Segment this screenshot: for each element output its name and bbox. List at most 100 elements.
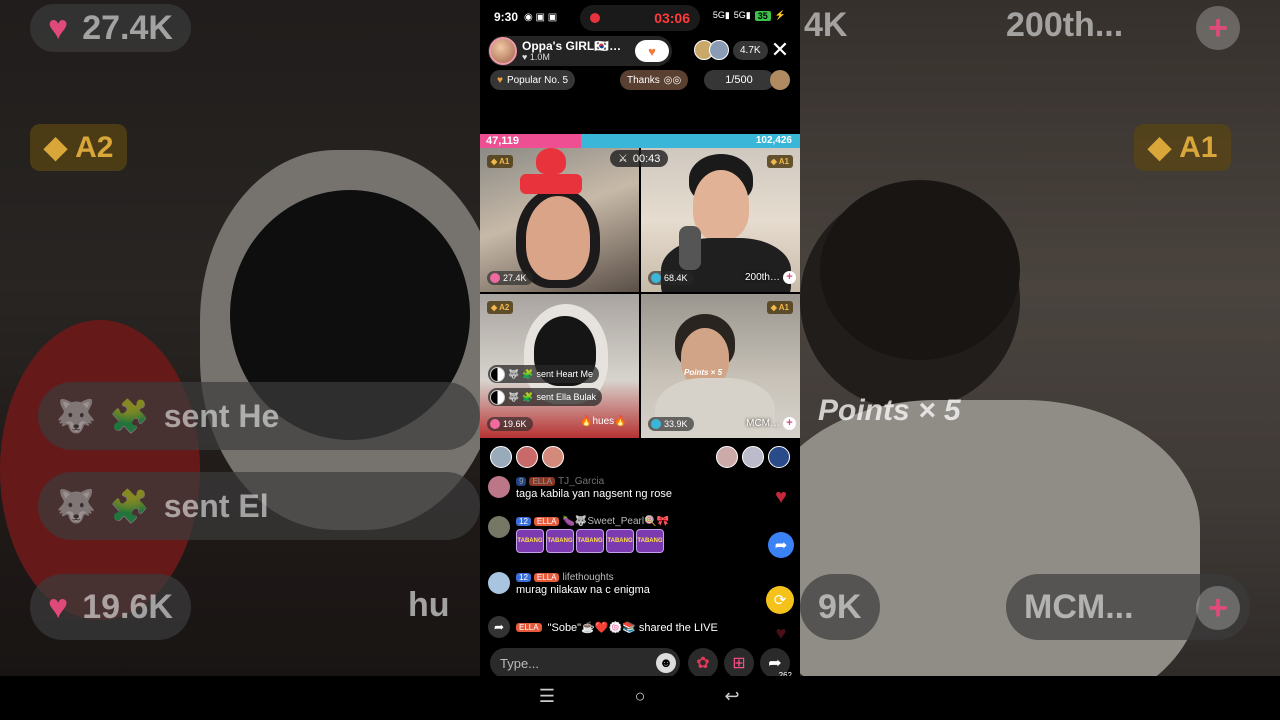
- like-heart-icon[interactable]: ♥: [768, 484, 794, 510]
- bg-score-pill: ♥ 27.4K: [30, 4, 191, 52]
- supporter-avatar[interactable]: [716, 446, 738, 468]
- supporter-avatar[interactable]: [516, 446, 538, 468]
- heart-faded-icon[interactable]: ♥: [768, 620, 794, 646]
- guest-face: [693, 170, 749, 240]
- battle-timer: ⚔ 00:43: [610, 150, 669, 167]
- points-label: Points × 5: [684, 368, 723, 377]
- bg-rank-badge: ◆ A2: [30, 124, 128, 171]
- chat-message[interactable]: 9 ELLA TJ_Garcia taga kabila yan nagsent n…: [488, 476, 672, 500]
- background-left: ♥ 27.4K ◆ A2 🐺 🧩 sent He 🐺 🧩 sent El ♥ 19.6K hu: [0, 0, 480, 720]
- rank-badge: ◆ A2: [487, 301, 514, 314]
- gift-box-icon[interactable]: ⊞: [724, 648, 754, 678]
- bg-plus-icon: +: [1196, 6, 1240, 50]
- host-avatar[interactable]: [489, 37, 517, 65]
- score-icon: [490, 273, 500, 283]
- guest-name: MCM…: [746, 418, 780, 429]
- heart-gift-icon: [536, 148, 566, 174]
- bg-diamond-icon: ◆: [44, 131, 68, 164]
- viewer-avatar[interactable]: [709, 40, 729, 60]
- status-icons: ◉ ▣ ▣: [524, 11, 558, 23]
- gifter-avatar: [490, 389, 505, 405]
- sticker: TABANG: [606, 529, 634, 553]
- follow-plus-icon[interactable]: +: [783, 271, 796, 284]
- follow-plus-icon[interactable]: +: [783, 417, 796, 430]
- home-icon[interactable]: ○: [628, 686, 652, 707]
- rank-badge: ◆ A1: [766, 301, 793, 314]
- back-icon[interactable]: ↩: [720, 686, 744, 707]
- charging-icon: ⚡: [774, 10, 786, 20]
- puzzle-icon: 🧩: [522, 368, 534, 379]
- viewer-count[interactable]: 4.7K: [733, 40, 768, 60]
- emoji-icon[interactable]: ☻: [656, 653, 676, 673]
- viewers[interactable]: 4.7K: [694, 40, 768, 60]
- recents-icon[interactable]: ☰: [535, 686, 559, 707]
- chat-avatar[interactable]: [488, 572, 510, 594]
- supporter-avatar[interactable]: [768, 446, 790, 468]
- host-likes: ♥ 1.0M: [522, 51, 550, 62]
- battle-progress-bar: 47,119 102,426: [480, 134, 800, 148]
- heart-banner: [520, 174, 582, 194]
- tile-score: 27.4K: [487, 271, 533, 285]
- supporters-row: [490, 446, 790, 468]
- host-info-bar[interactable]: Oppa's GIRL🇰🇷… ♥ 1.0M ♥: [488, 36, 672, 66]
- guest-tile-4[interactable]: ◆ A1 33.9K MCM… +: [641, 294, 800, 438]
- record-dot-icon: [590, 13, 600, 23]
- wolf-icon: 🐺: [508, 368, 520, 379]
- heart-icon: ♥: [522, 51, 528, 62]
- chat-text: taga kabila yan nagsent ng rose: [516, 488, 672, 500]
- status-time: 9:30: [494, 10, 519, 24]
- microphone-icon: [679, 226, 701, 270]
- sticker: TABANG: [546, 529, 574, 553]
- share-message: ➦ ELLA "Sobe"☕❤️🍥📚 shared the LIVE: [488, 616, 718, 638]
- bg-heart-icon: ♥: [48, 587, 69, 626]
- score-icon: [651, 419, 661, 429]
- tile-score: 33.9K: [648, 417, 694, 431]
- close-icon[interactable]: ✕: [768, 38, 792, 62]
- share-button[interactable]: ➦ 262: [760, 648, 792, 680]
- live-screen: 9:30 ◉ ▣ ▣ 03:06 5G▮ 5G▮ 35 ⚡ Oppa's GIR…: [480, 0, 800, 720]
- battle-right-score: 102,426: [755, 135, 792, 146]
- rotate-icon[interactable]: ⟳: [766, 586, 794, 614]
- supporter-avatar[interactable]: [490, 446, 512, 468]
- share-forward-icon: ➦: [768, 655, 782, 672]
- rank-count[interactable]: 1/500: [704, 70, 774, 90]
- gift-line-2: 🐺 🧩 sent Ella Bulak: [488, 388, 602, 406]
- puzzle-icon: 🧩: [522, 391, 534, 402]
- popular-tag[interactable]: ♥ Popular No. 5: [490, 70, 576, 90]
- follow-button[interactable]: ♥: [635, 40, 669, 62]
- bg-top-score: 4K: [804, 6, 848, 44]
- vs-icon: ⚔: [618, 153, 628, 165]
- bg-top-name: 200th...: [1006, 6, 1124, 44]
- supporter-avatar[interactable]: [742, 446, 764, 468]
- chat-message[interactable]: 12 ELLA 🍆🐺Sweet_Pearl🍭🎀 TABANG TABANG TABA…: [488, 516, 669, 553]
- bg-gift-line-1: 🐺 🧩 sent He: [38, 382, 480, 450]
- bg-wolf-icon: 🐺: [56, 488, 96, 524]
- chat-avatar[interactable]: [488, 516, 510, 538]
- chat-message[interactable]: 12 ELLA lifethoughts murag nilakaw na c en…: [488, 572, 650, 596]
- score-icon: [651, 273, 661, 283]
- recording-pill[interactable]: 03:06: [580, 5, 700, 31]
- thanks-tag[interactable]: Thanks ◎◎: [620, 70, 689, 90]
- signal-icon: 5G▮: [712, 10, 730, 20]
- guest-tile-2[interactable]: ◆ A1 68.4K 200th… +: [641, 148, 800, 292]
- bg-puzzle-icon: 🧩: [109, 488, 150, 524]
- bg-gift-line-2: 🐺 🧩 sent El: [38, 472, 480, 540]
- wolf-icon: 🐺: [508, 391, 520, 402]
- coin-avatar[interactable]: [770, 70, 790, 90]
- sticker: TABANG: [576, 529, 604, 553]
- sticker: TABANG: [636, 529, 664, 553]
- bg-rank-badge: ◆ A1: [1134, 124, 1232, 171]
- gift-line-1: 🐺 🧩 sent Heart Me: [488, 365, 599, 383]
- bg-plus-icon: +: [1196, 586, 1240, 630]
- supporter-avatar[interactable]: [542, 446, 564, 468]
- tile-score: 68.4K: [648, 271, 694, 285]
- comment-input[interactable]: Type... ☻: [490, 648, 680, 678]
- system-nav-bar: ☰ ○ ↩: [0, 676, 1280, 720]
- signal2-icon: 5G▮: [733, 10, 751, 20]
- heart-icon: ♥: [497, 74, 503, 86]
- rank-badge: ◆ A1: [487, 155, 514, 168]
- rose-gift-icon[interactable]: ✿: [688, 648, 718, 678]
- chat-avatar[interactable]: [488, 476, 510, 498]
- share-arrow-icon[interactable]: ➦: [768, 532, 794, 558]
- sticker: TABANG: [516, 529, 544, 553]
